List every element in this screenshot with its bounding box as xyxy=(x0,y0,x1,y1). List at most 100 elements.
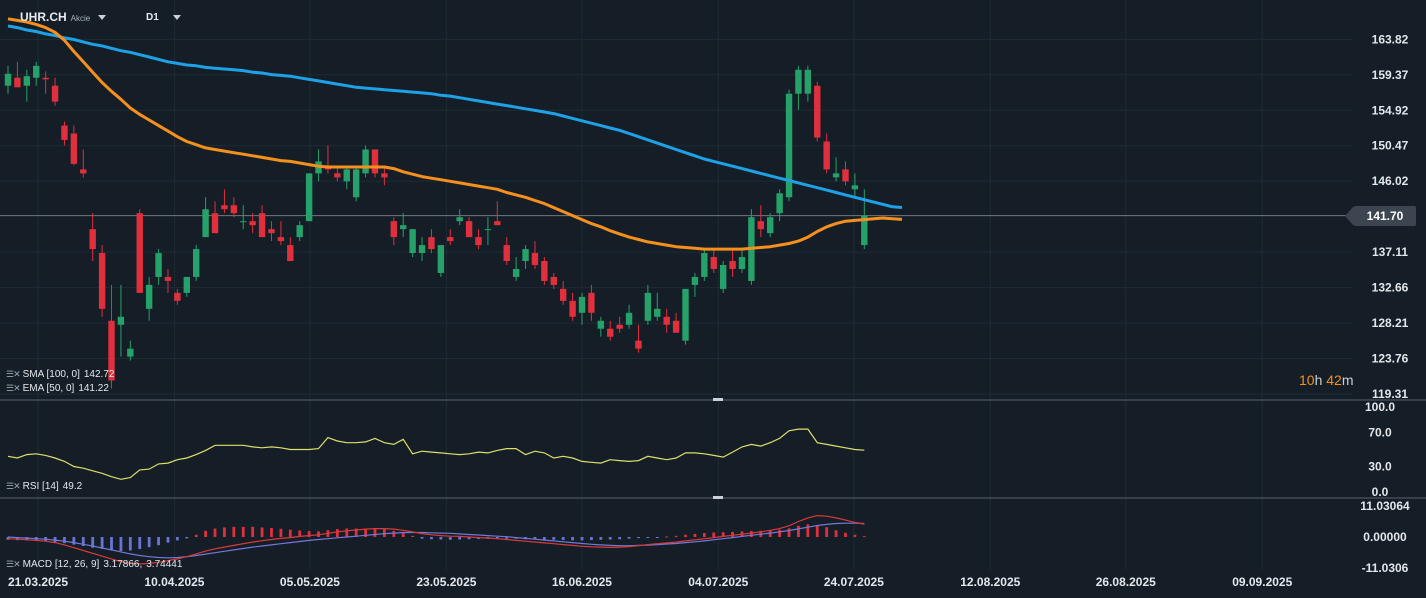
macd-histogram-bar-positive xyxy=(270,528,273,538)
macd-histogram-bar-positive xyxy=(815,525,819,538)
candle-down xyxy=(371,149,379,174)
candle-up xyxy=(719,265,727,289)
countdown-hours-unit: h xyxy=(1314,372,1323,388)
macd-histogram-bar-positive xyxy=(844,532,847,538)
candle-down xyxy=(729,261,736,269)
date-tick-label: 24.07.2025 xyxy=(824,575,884,589)
candle-down xyxy=(823,141,830,170)
price-tick-label: 132.66 xyxy=(1372,281,1409,295)
candle-up xyxy=(183,276,190,293)
candle-up xyxy=(437,245,445,273)
macd-legend[interactable]: ☰✕ MACD [12, 26, 9] 3.17866, 3.74441 xyxy=(6,559,182,570)
candle-down xyxy=(334,173,341,178)
candle-down xyxy=(164,276,172,281)
macd-histogram-bar-negative xyxy=(599,537,603,540)
candle-down xyxy=(277,237,285,242)
sma-legend[interactable]: ☰✕ SMA [100, 0] 142.72 xyxy=(6,369,114,380)
candle-up xyxy=(305,173,313,222)
ema-legend[interactable]: ☰✕ EMA [50, 0] 141.22 xyxy=(6,383,109,394)
candle-down xyxy=(390,221,398,238)
candle-down xyxy=(258,213,266,238)
macd-histogram-bar-positive xyxy=(797,525,800,538)
candle-down xyxy=(51,85,59,102)
countdown-minutes: 42 xyxy=(1326,372,1342,388)
candle-down xyxy=(710,257,717,269)
symbol-selector[interactable]: UHR.CH Akcie xyxy=(20,10,107,24)
date-tick-label: 04.07.2025 xyxy=(688,575,748,589)
macd-histogram-bar-negative xyxy=(542,537,546,540)
candle-up xyxy=(522,249,529,262)
macd-histogram-bar-positive xyxy=(862,536,866,538)
macd-histogram-bar-negative xyxy=(175,537,179,541)
macd-histogram-bar-negative xyxy=(119,537,123,552)
macd-histogram-bar-positive xyxy=(731,531,734,538)
candle-up xyxy=(33,65,40,78)
candle-up xyxy=(240,221,247,223)
macd-histogram-bar-positive xyxy=(693,533,697,538)
candle-up xyxy=(4,73,12,86)
candle-down xyxy=(672,320,680,333)
macd-line xyxy=(7,514,865,565)
settings-icon[interactable]: ☰✕ xyxy=(6,559,21,569)
candle-up xyxy=(776,193,783,214)
symbol-name: UHR.CH xyxy=(20,10,67,24)
chart-canvas[interactable]: 21.03.2025 10.04.2025 05.05.2025 23.05.2025… xyxy=(0,0,1426,598)
rsi-legend[interactable]: ☰✕ RSI [14] 49.2 xyxy=(6,481,82,492)
instrument-type: Akcie xyxy=(70,14,91,23)
macd-histogram-bar-positive xyxy=(279,528,283,538)
settings-icon[interactable]: ☰✕ xyxy=(6,383,21,393)
macd-tick-label: 11.03064 xyxy=(1360,499,1410,513)
ema-label: EMA [50, 0] xyxy=(22,383,75,394)
settings-icon[interactable]: ☰✕ xyxy=(6,369,21,379)
macd-value-2: 3.74441 xyxy=(146,559,183,570)
macd-histogram-bar-negative xyxy=(430,537,433,540)
price-tick-label: 123.76 xyxy=(1372,352,1409,366)
price-tick-label: 146.02 xyxy=(1372,174,1409,188)
settings-icon[interactable]: ☰✕ xyxy=(6,481,21,491)
rsi-pane xyxy=(7,428,865,480)
candle-down xyxy=(635,340,642,349)
candle-down xyxy=(211,213,219,234)
macd-histogram-bar-positive xyxy=(223,527,226,538)
candle-up xyxy=(23,76,31,86)
macd-histogram-bar-negative xyxy=(100,537,104,549)
macd-histogram-bar-negative xyxy=(571,537,574,541)
macd-histogram-bar-negative xyxy=(128,537,132,551)
macd-pane xyxy=(6,514,866,565)
rsi-tick-label: 0.0 xyxy=(1372,485,1389,499)
macd-histogram-bar-negative xyxy=(110,537,113,551)
macd-histogram-bar-negative xyxy=(590,537,593,541)
macd-signal-line xyxy=(7,522,865,559)
macd-histogram-bar-negative xyxy=(72,537,76,545)
macd-histogram-bar-positive xyxy=(373,528,377,538)
candle-down xyxy=(14,77,21,88)
price-tick-label: 150.47 xyxy=(1372,139,1409,153)
candle-down xyxy=(89,229,96,250)
candle-down xyxy=(663,316,670,325)
rsi-line xyxy=(7,428,865,480)
macd-histogram-bar-positive xyxy=(288,529,292,538)
candle-up xyxy=(691,276,699,285)
candle-down xyxy=(607,328,614,337)
candle-down xyxy=(447,237,454,242)
grid-lines xyxy=(0,0,1352,570)
macd-histogram-bar-positive xyxy=(204,530,208,538)
candle-up xyxy=(484,229,492,231)
candle-down xyxy=(475,237,482,246)
date-tick-label: 12.08.2025 xyxy=(960,575,1020,589)
candle-down xyxy=(287,245,294,262)
countdown-hours: 10 xyxy=(1299,372,1315,388)
timeframe-selector[interactable]: D1 xyxy=(146,12,181,23)
candle-down xyxy=(550,276,557,285)
candle-down xyxy=(230,205,238,214)
price-tick-label: 128.21 xyxy=(1372,316,1409,330)
macd-histogram-bar-negative xyxy=(608,537,612,540)
macd-histogram-bar-negative xyxy=(185,537,189,539)
candle-down xyxy=(616,324,623,329)
candle-up xyxy=(418,245,426,254)
candle-up xyxy=(117,316,125,325)
candle-down xyxy=(531,253,539,266)
candle-down xyxy=(541,261,548,281)
sma-value: 142.72 xyxy=(83,369,115,380)
rsi-value: 49.2 xyxy=(62,481,83,492)
